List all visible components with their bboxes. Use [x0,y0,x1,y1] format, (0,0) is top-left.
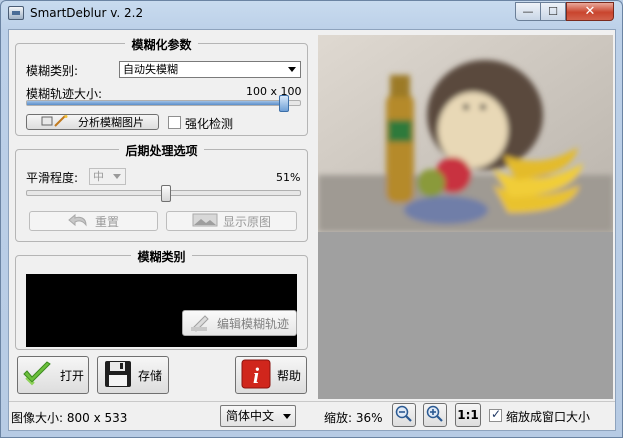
pencil-icon [190,312,212,335]
help-label: 帮助 [276,368,301,383]
blur-size-slider-thumb[interactable] [279,95,289,112]
zoom-label: 缩放: 36% [324,411,383,425]
reset-label: 重置 [94,214,119,229]
window-title: SmartDeblur v. 2.2 [30,6,144,20]
status-separator [9,401,615,402]
info-icon: i [241,359,271,392]
enhance-label: 强化检测 [185,117,234,131]
blur-params-title: 模糊化参数 [125,38,198,52]
blur-type-value: 自动失模糊 [123,63,178,76]
blur-type-label: 模糊类别: [26,64,79,78]
wand-icon [41,114,73,130]
app-icon [8,6,24,20]
blur-params-group: 模糊化参数 模糊类别: 自动失模糊 模糊轨迹大小: 100 x 100 分析模糊… [15,38,308,136]
floppy-disk-icon [104,360,132,391]
smooth-slider[interactable] [26,185,301,202]
post-processing-group: 后期处理选项 平滑程度: 中 51% 重置 显示原图 [15,144,308,242]
client-area: 模糊化参数 模糊类别: 自动失模糊 模糊轨迹大小: 100 x 100 分析模糊… [8,29,616,431]
smooth-select[interactable]: 中 [89,168,126,185]
minimize-button[interactable]: — [515,2,541,21]
edit-blur-label: 编辑模糊轨迹 [216,316,289,331]
post-processing-title: 后期处理选项 [119,144,204,158]
image-preview[interactable] [318,35,613,232]
open-label: 打开 [59,368,84,383]
blur-size-slider-fill [27,101,284,105]
zoom-in-button[interactable] [423,403,447,427]
save-button[interactable]: 存储 [97,356,169,394]
show-original-button[interactable]: 显示原图 [166,211,297,231]
help-button[interactable]: i 帮助 [235,356,307,394]
open-button[interactable]: 打开 [17,356,89,394]
blur-size-value: 100 x 100 [246,85,302,98]
blur-size-slider[interactable] [26,95,301,112]
chevron-down-icon [288,67,296,72]
maximize-button[interactable]: ☐ [540,2,566,21]
enhance-checkbox[interactable] [168,116,181,129]
check-icon [22,360,52,390]
svg-text:i: i [253,363,260,388]
reset-button[interactable]: 重置 [29,211,158,231]
chevron-down-icon [283,414,291,419]
language-value: 简体中文 [226,409,275,423]
show-original-label: 显示原图 [222,214,271,229]
chevron-down-icon [113,174,121,179]
blur-type-group: 模糊类别 编辑模糊轨迹 [15,250,308,350]
preview-photo [318,35,613,232]
close-button[interactable]: ✕ [566,2,614,21]
zoom-out-button[interactable] [392,403,416,427]
analyze-label: 分析模糊图片 [78,116,144,129]
title-bar[interactable]: SmartDeblur v. 2.2 — ☐ ✕ [1,1,622,27]
fit-window-label: 缩放成窗口大小 [506,410,591,424]
save-label: 存储 [137,368,162,383]
actual-size-button[interactable]: 1:1 [455,403,481,427]
undo-icon [68,212,90,231]
language-select[interactable]: 简体中文 [220,405,296,427]
edit-blur-button[interactable]: 编辑模糊轨迹 [182,310,297,336]
fit-window-checkbox[interactable] [489,407,502,422]
blur-type-title: 模糊类别 [131,250,192,264]
image-size-label: 图像大小: 800 x 533 [11,411,128,425]
smooth-percent: 51% [276,171,301,184]
analyze-button[interactable]: 分析模糊图片 [26,114,159,130]
blur-type-select[interactable]: 自动失模糊 [119,61,301,78]
zoom-out-icon [395,405,413,426]
app-window: SmartDeblur v. 2.2 — ☐ ✕ 模糊化参数 模糊类别: 自动失… [0,0,623,438]
smooth-slider-thumb[interactable] [161,185,171,202]
preview-background [318,232,613,399]
smooth-value: 中 [93,170,104,183]
smooth-label: 平滑程度: [26,171,79,185]
zoom-in-icon [426,405,444,426]
image-icon [192,213,218,230]
actual-size-label: 1:1 [457,408,479,422]
